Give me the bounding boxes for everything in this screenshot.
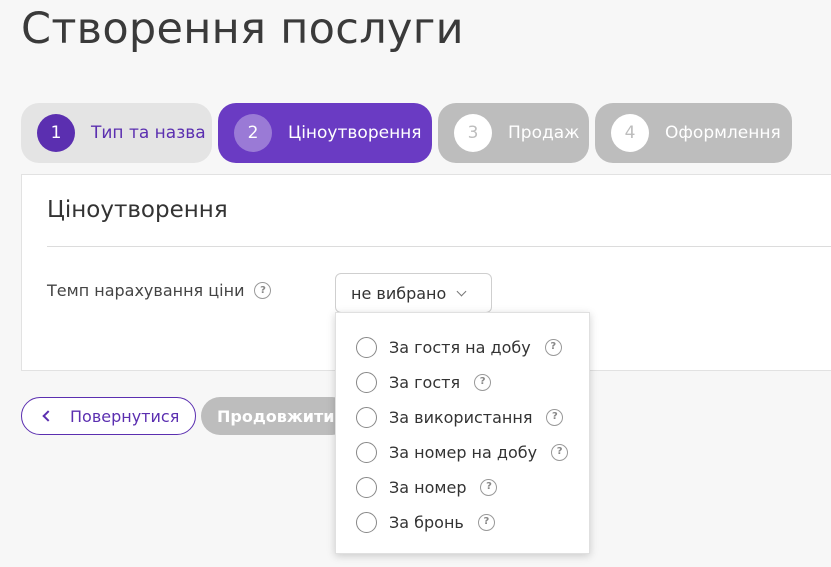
step-label: Продаж: [508, 123, 580, 143]
option-label: За бронь: [389, 512, 464, 532]
step-number: 1: [37, 114, 75, 152]
step-number: 2: [234, 114, 272, 152]
radio-button[interactable]: [356, 441, 377, 463]
option-per-booking[interactable]: За бронь ?: [356, 509, 495, 535]
continue-button[interactable]: Продовжити: [201, 397, 351, 435]
option-label: За номер: [389, 477, 467, 497]
chevron-down-icon: [456, 286, 467, 296]
radio-button[interactable]: [356, 336, 377, 358]
step-label: Оформлення: [665, 123, 781, 143]
question-circle-icon[interactable]: ?: [477, 513, 495, 531]
continue-button-label: Продовжити: [217, 406, 335, 426]
step-type-and-name[interactable]: 1 Тип та назва: [21, 103, 212, 163]
chevron-left-icon: [42, 410, 54, 422]
price-rate-label: Темп нарахування ціни ?: [47, 281, 272, 300]
back-button-label: Повернутися: [70, 406, 180, 426]
option-per-room[interactable]: За номер ?: [356, 474, 498, 500]
question-circle-icon[interactable]: ?: [480, 478, 498, 496]
radio-button[interactable]: [356, 406, 377, 428]
price-rate-dropdown: За гостя на добу ? За гостя ? За викорис…: [335, 312, 590, 554]
step-sales[interactable]: 3 Продаж: [438, 103, 589, 163]
question-circle-icon[interactable]: ?: [544, 338, 562, 356]
option-per-guest-per-day[interactable]: За гостя на добу ?: [356, 334, 562, 360]
radio-button[interactable]: [356, 511, 377, 533]
question-circle-icon[interactable]: ?: [551, 443, 569, 461]
question-circle-icon[interactable]: ?: [546, 408, 564, 426]
back-button[interactable]: Повернутися: [21, 397, 196, 435]
radio-button[interactable]: [356, 371, 377, 393]
radio-button[interactable]: [356, 476, 377, 498]
panel-title: Ціноутворення: [47, 197, 228, 223]
option-per-room-per-day[interactable]: За номер на добу ?: [356, 439, 569, 465]
step-number: 4: [611, 114, 649, 152]
step-number: 3: [454, 114, 492, 152]
option-per-use[interactable]: За використання ?: [356, 404, 564, 430]
option-label: За гостя: [389, 372, 461, 392]
option-label: За гостя на добу: [389, 337, 531, 357]
option-label: За номер на добу: [389, 442, 538, 462]
step-label: Ціноутворення: [288, 123, 422, 143]
option-per-guest[interactable]: За гостя ?: [356, 369, 492, 395]
step-pricing[interactable]: 2 Ціноутворення: [218, 103, 432, 163]
step-label: Тип та назва: [91, 123, 206, 143]
divider: [47, 246, 831, 247]
select-value: не вибрано: [351, 283, 447, 303]
question-circle-icon[interactable]: ?: [254, 282, 272, 299]
step-design[interactable]: 4 Оформлення: [595, 103, 792, 163]
price-rate-select[interactable]: не вибрано: [335, 273, 492, 313]
question-circle-icon[interactable]: ?: [474, 373, 492, 391]
price-rate-label-text: Темп нарахування ціни: [47, 281, 245, 300]
page-title: Створення послуги: [21, 4, 464, 54]
option-label: За використання: [389, 407, 533, 427]
